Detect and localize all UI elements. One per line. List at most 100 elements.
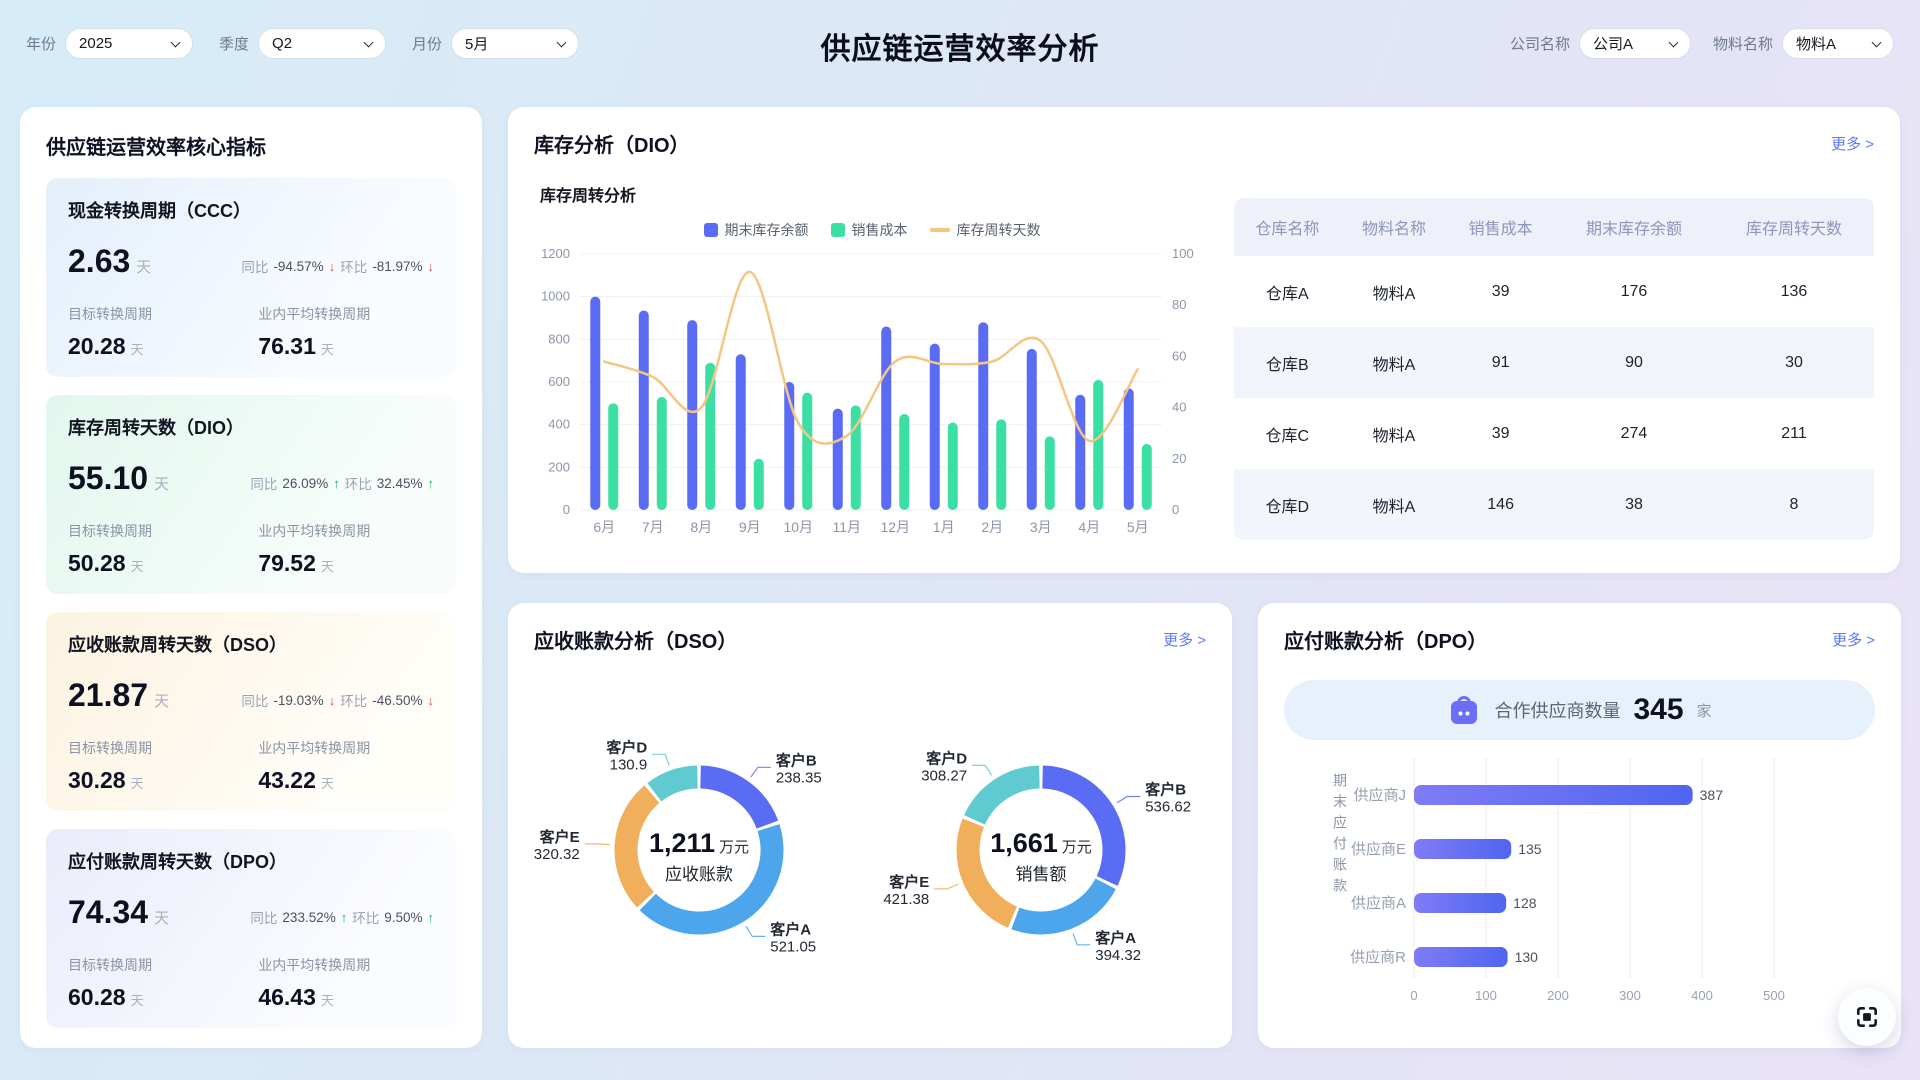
table-row: 仓库A物料A39176136 xyxy=(1234,256,1874,327)
capture-floating-button[interactable] xyxy=(1838,988,1896,1046)
svg-text:394.32: 394.32 xyxy=(1095,947,1141,964)
svg-text:800: 800 xyxy=(548,331,570,346)
legend-label: 库存周转天数 xyxy=(957,220,1041,240)
material-select[interactable]: 物料A xyxy=(1782,28,1894,59)
svg-text:9月: 9月 xyxy=(739,519,761,535)
inventory-analysis-panel: 库存分析（DIO） 更多 > 库存周转分析 期末库存余额销售成本库存周转天数 0… xyxy=(508,107,1900,573)
svg-text:客户B: 客户B xyxy=(775,751,817,769)
kpi-trends: 同比 -94.57% ↓ 环比 -81.97% ↓ xyxy=(241,256,434,276)
filter-quarter: 季度 Q2 xyxy=(219,28,386,59)
month-select-value: 5月 xyxy=(465,33,488,54)
svg-text:300: 300 xyxy=(1619,988,1641,1003)
receivables-donut-chart: 客户B238.35客户A521.05客户E320.32客户D130.91,211… xyxy=(534,688,864,1028)
month-select[interactable]: 5月 xyxy=(451,28,579,59)
table-header-cell: 库存周转天数 xyxy=(1714,198,1874,256)
kpi-panel: 供应链运营效率核心指标 现金转换周期（CCC） 2.63 天 同比 -94.57… xyxy=(20,107,482,1048)
svg-text:400: 400 xyxy=(1691,988,1713,1003)
mom-label: 环比 xyxy=(340,256,367,276)
yoy-value: -19.03% xyxy=(273,693,323,708)
quarter-select-value: Q2 xyxy=(272,35,292,52)
svg-text:供应商A: 供应商A xyxy=(1351,894,1406,912)
inventory-chart-block: 库存周转分析 期末库存余额销售成本库存周转天数 0200400600800100… xyxy=(534,158,1210,545)
target-label: 目标转换周期 xyxy=(68,738,258,758)
chevron-down-icon xyxy=(171,37,181,47)
donut-center-value: 1,661万元 xyxy=(990,828,1092,858)
yoy-label: 同比 xyxy=(241,256,268,276)
industry-value: 46.43 xyxy=(258,984,316,1010)
filter-quarter-label: 季度 xyxy=(219,33,249,54)
table-cell: 90 xyxy=(1554,327,1714,398)
table-header-cell: 销售成本 xyxy=(1447,198,1554,256)
target-label: 目标转换周期 xyxy=(68,955,258,975)
industry-label: 业内平均转换周期 xyxy=(258,738,434,758)
chevron-down-icon xyxy=(1872,37,1882,47)
table-header-cell: 物料名称 xyxy=(1341,198,1448,256)
inventory-combo-chart: 0200400600800100012000204060801006月7月8月9… xyxy=(534,240,1210,545)
svg-text:客户D: 客户D xyxy=(925,749,967,767)
kpi-unit: 天 xyxy=(154,690,169,711)
legend-item[interactable]: 销售成本 xyxy=(831,220,908,240)
arrow-down-icon: ↓ xyxy=(329,259,336,274)
svg-text:客户D: 客户D xyxy=(605,738,647,756)
svg-text:600: 600 xyxy=(548,374,570,389)
line-series-库存周转天数 xyxy=(604,272,1138,444)
svg-text:4月: 4月 xyxy=(1078,519,1100,535)
svg-text:100: 100 xyxy=(1475,988,1497,1003)
target-value: 20.28 xyxy=(68,333,126,359)
yoy-value: 233.52% xyxy=(282,910,335,925)
filter-material: 物料名称 物料A xyxy=(1713,28,1894,59)
filters-left: 年份 2025 季度 Q2 月份 5月 xyxy=(26,28,579,59)
table-cell: 仓库B xyxy=(1234,327,1341,398)
svg-text:12月: 12月 xyxy=(880,519,910,535)
year-select[interactable]: 2025 xyxy=(65,28,193,59)
chevron-down-icon xyxy=(557,37,567,47)
table-cell: 91 xyxy=(1447,327,1554,398)
svg-text:130: 130 xyxy=(1515,949,1539,965)
table-cell: 39 xyxy=(1447,398,1554,469)
svg-text:供应商E: 供应商E xyxy=(1351,840,1406,858)
kpi-card-dpo: 应付账款周转天数（DPO） 74.34 天 同比 233.52% ↑ 环比 9.… xyxy=(46,829,456,1028)
legend-label: 期末库存余额 xyxy=(725,220,809,240)
mom-value: -81.97% xyxy=(372,259,422,274)
legend-item[interactable]: 期末库存余额 xyxy=(704,220,809,240)
kpi-secondary-row: 目标转换周期 30.28天 业内平均转换周期 43.22天 xyxy=(68,738,434,794)
kpi-main-row: 55.10 天 同比 26.09% ↑ 环比 32.45% ↑ xyxy=(68,460,434,497)
svg-text:200: 200 xyxy=(1547,988,1569,1003)
legend-item[interactable]: 库存周转天数 xyxy=(930,220,1041,240)
chart-legend: 期末库存余额 销售成本 库存周转天数 xyxy=(534,220,1210,240)
page-title: 供应链运营效率分析 xyxy=(821,24,1100,68)
mom-value: 32.45% xyxy=(377,476,423,491)
table-cell: 物料A xyxy=(1341,398,1448,469)
warehouse-table-block: 仓库名称物料名称销售成本期末库存余额库存周转天数 仓库A物料A39176136仓… xyxy=(1234,198,1874,545)
filter-company-label: 公司名称 xyxy=(1510,33,1570,54)
svg-text:128: 128 xyxy=(1513,895,1537,911)
yoy-label: 同比 xyxy=(250,473,277,493)
inventory-more-link[interactable]: 更多 > xyxy=(1831,133,1874,154)
donut-center-value: 1,211万元 xyxy=(649,828,749,858)
table-cell: 仓库A xyxy=(1234,256,1341,327)
filter-material-label: 物料名称 xyxy=(1713,33,1773,54)
svg-text:421.38: 421.38 xyxy=(883,891,929,908)
kpi-main-row: 21.87 天 同比 -19.03% ↓ 环比 -46.50% ↓ xyxy=(68,677,434,714)
kpi-card-ccc: 现金转换周期（CCC） 2.63 天 同比 -94.57% ↓ 环比 -81.9… xyxy=(46,178,456,377)
legend-swatch xyxy=(704,223,718,237)
payables-more-link[interactable]: 更多 > xyxy=(1832,629,1875,650)
target-label: 目标转换周期 xyxy=(68,521,258,541)
kpi-panel-title: 供应链运营效率核心指标 xyxy=(46,131,456,160)
target-value: 30.28 xyxy=(68,767,126,793)
kpi-card-title: 现金转换周期（CCC） xyxy=(68,197,434,223)
company-select[interactable]: 公司A xyxy=(1579,28,1691,59)
table-row: 仓库D物料A146388 xyxy=(1234,469,1874,540)
filter-month-label: 月份 xyxy=(412,33,442,54)
quarter-select[interactable]: Q2 xyxy=(258,28,386,59)
receivables-analysis-panel: 应收账款分析（DSO） 更多 > 客户B238.35客户A521.05客户E32… xyxy=(508,603,1232,1048)
table-cell: 物料A xyxy=(1341,256,1448,327)
svg-text:供应商R: 供应商R xyxy=(1350,948,1406,966)
inventory-chart-subtitle: 库存周转分析 xyxy=(540,182,1210,206)
receivables-more-link[interactable]: 更多 > xyxy=(1163,629,1206,650)
kpi-card-title: 应付账款周转天数（DPO） xyxy=(68,848,434,874)
svg-text:200: 200 xyxy=(548,459,570,474)
chevron-down-icon xyxy=(1669,37,1679,47)
kpi-value: 74.34 xyxy=(68,894,148,931)
donut-slice-客户A xyxy=(1015,884,1105,923)
